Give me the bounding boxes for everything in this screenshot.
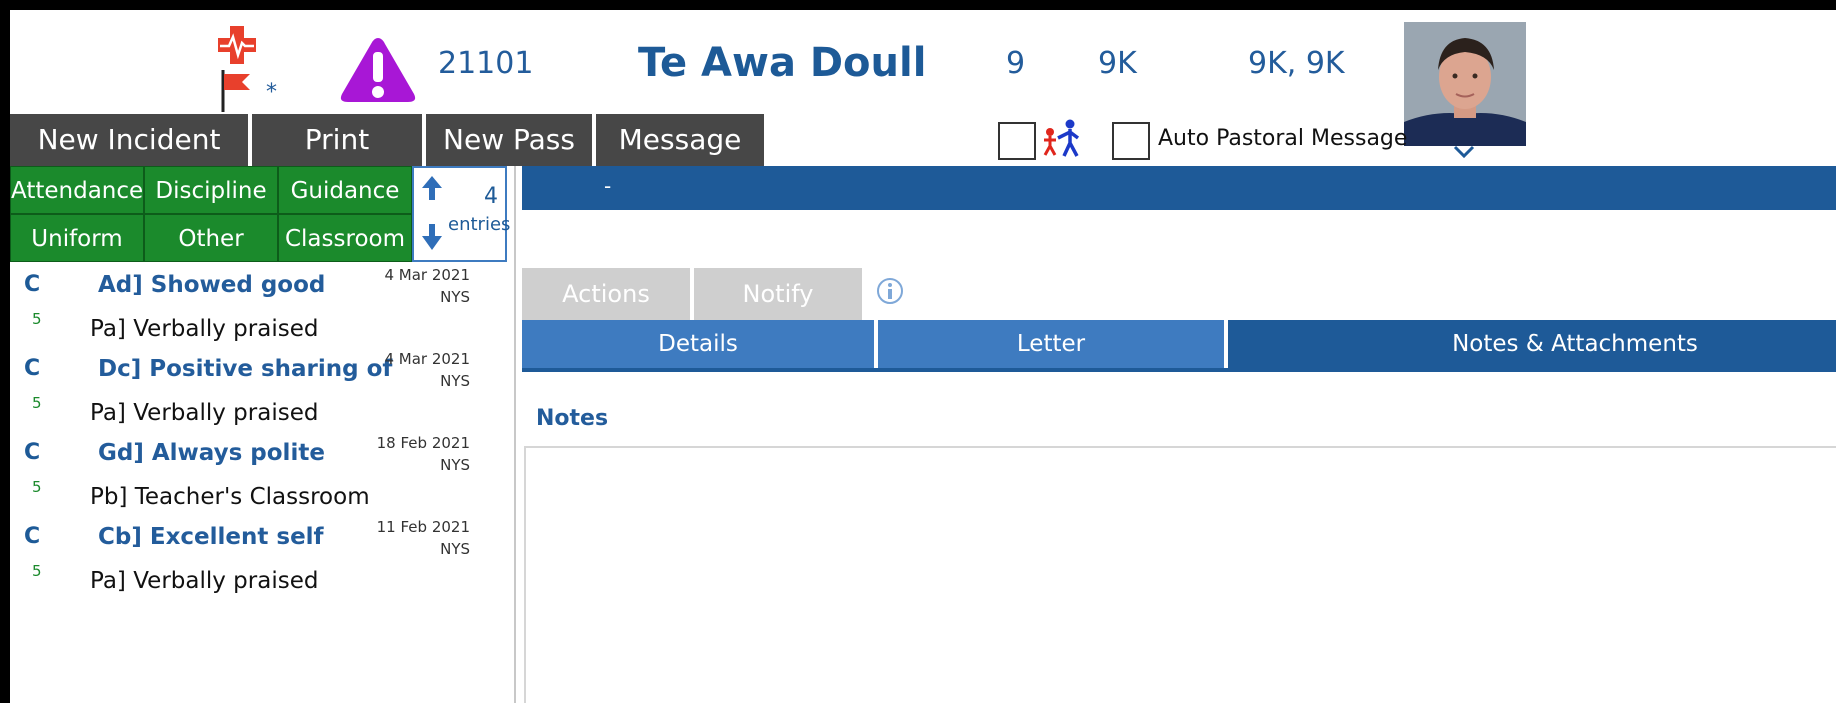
notes-textarea[interactable] — [524, 446, 1836, 703]
incident-date: 18 Feb 2021 — [376, 434, 470, 452]
tab-notes-attachments[interactable]: Notes & Attachments — [1228, 320, 1836, 368]
escort-icon — [1040, 118, 1082, 158]
incident-action: Pa] Verbally praised — [90, 400, 319, 426]
escort-checkbox[interactable] — [998, 122, 1036, 160]
actions-button[interactable]: Actions — [522, 268, 690, 320]
incident-date: 4 Mar 2021 — [384, 350, 470, 368]
info-icon[interactable] — [876, 277, 904, 305]
entries-navigator: 4 entries — [412, 166, 511, 262]
category-guidance[interactable]: Guidance — [278, 166, 412, 214]
print-pastoral-button[interactable]: Print Pastoral — [252, 114, 422, 208]
new-pass-button[interactable]: New Pass — [426, 114, 592, 166]
incident-status: NYS — [440, 288, 470, 306]
tab-details[interactable]: Details — [522, 320, 876, 368]
incident-date: 11 Feb 2021 — [376, 518, 470, 536]
incident-code: C — [24, 272, 41, 297]
incident-list: C Ad] Showed good 4 Mar 2021 NYS 5 Pa] V… — [10, 262, 514, 703]
incident-action: Pb] Teacher's Classroom — [90, 484, 370, 510]
arrow-down-icon[interactable] — [420, 222, 444, 252]
new-incident-button[interactable]: New Incident — [10, 114, 248, 166]
incident-date: 4 Mar 2021 — [384, 266, 470, 284]
incident-title[interactable]: Cb] Excellent self — [98, 524, 324, 550]
category-other[interactable]: Other — [144, 214, 278, 262]
category-attendance[interactable]: Attendance — [10, 166, 144, 214]
detail-title: - — [604, 174, 612, 198]
notify-button[interactable]: Notify — [694, 268, 862, 320]
category-classroom[interactable]: Classroom — [278, 214, 412, 262]
message-button[interactable]: Message — [596, 114, 764, 166]
auto-pastoral-message-label: Auto Pastoral Message — [1158, 126, 1408, 151]
student-photo[interactable] — [1404, 22, 1526, 146]
flag-asterisk: * — [266, 80, 277, 105]
notes-label: Notes — [536, 406, 609, 431]
incident-number: 5 — [32, 478, 42, 496]
form-class: 9K — [1098, 46, 1137, 81]
auto-pastoral-message-checkbox[interactable] — [1112, 122, 1150, 160]
student-name: Te Awa Doull — [638, 40, 927, 86]
chevron-down-icon[interactable] — [1452, 144, 1476, 160]
incident-code: C — [24, 440, 41, 465]
incident-title[interactable]: Ad] Showed good — [98, 272, 325, 298]
incident-number: 5 — [32, 310, 42, 328]
incident-code: C — [24, 356, 41, 381]
student-id: 21101 — [438, 46, 534, 81]
class-list: 9K, 9K — [1248, 46, 1345, 81]
entries-label: entries — [448, 214, 511, 235]
incident-action: Pa] Verbally praised — [90, 568, 319, 594]
incident-status: NYS — [440, 372, 470, 390]
alert-icon[interactable] — [338, 34, 418, 106]
incident-status: NYS — [440, 456, 470, 474]
flag-icon[interactable] — [218, 68, 254, 114]
tab-underline — [522, 368, 1836, 372]
year-level: 9 — [1006, 46, 1026, 81]
arrow-up-icon[interactable] — [420, 174, 444, 202]
incident-number: 5 — [32, 562, 42, 580]
pastoral-window: * 21101 Te Awa Doull 9 9K 9K, 9K New Inc… — [10, 10, 1836, 703]
entries-count: 4 — [484, 184, 498, 209]
incident-title[interactable]: Gd] Always polite — [98, 440, 325, 466]
category-uniform[interactable]: Uniform — [10, 214, 144, 262]
tab-letter[interactable]: Letter — [878, 320, 1226, 368]
panel-divider — [514, 166, 516, 703]
incident-title[interactable]: Dc] Positive sharing of — [98, 356, 392, 382]
incident-code: C — [24, 524, 41, 549]
detail-title-bar: - — [522, 166, 1836, 210]
incident-action: Pa] Verbally praised — [90, 316, 319, 342]
incident-number: 5 — [32, 394, 42, 412]
medical-icon[interactable] — [216, 24, 258, 66]
incident-status: NYS — [440, 540, 470, 558]
category-discipline[interactable]: Discipline — [144, 166, 278, 214]
